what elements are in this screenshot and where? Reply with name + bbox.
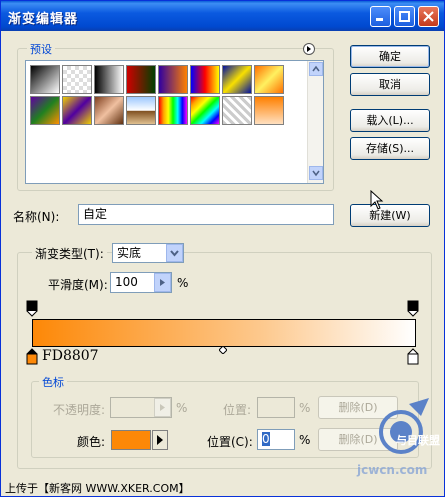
arrow-right-icon xyxy=(160,404,165,411)
preset-swatch-orange-white[interactable] xyxy=(254,96,284,125)
preset-swatch-violet-green-orange[interactable] xyxy=(30,96,60,125)
window-title: 渐变编辑器 xyxy=(8,12,79,27)
footer-text: 上传于【新客网 WWW.XKER.COM】 xyxy=(5,482,190,495)
color-position-unit: % xyxy=(299,433,311,447)
arrow-right-icon xyxy=(157,435,163,445)
opacity-stop-right[interactable] xyxy=(407,300,419,318)
preset-swatch-blue-yellow-blue[interactable] xyxy=(222,65,252,94)
preset-swatch-red-green[interactable] xyxy=(126,65,156,94)
presets-legend: 预设 xyxy=(27,41,55,57)
preset-swatch-transparent-checker[interactable] xyxy=(62,65,92,94)
name-label: 名称(N): xyxy=(13,210,60,224)
dropdown-button[interactable] xyxy=(166,244,183,262)
chevron-up-icon xyxy=(312,65,320,72)
watermark-text: jcwcn.com xyxy=(357,463,428,477)
color-menu-button[interactable] xyxy=(152,430,168,450)
chevron-down-icon xyxy=(170,250,179,257)
watermark-logo xyxy=(379,398,429,454)
minimize-icon xyxy=(376,18,383,21)
gradient-preview-bar[interactable] xyxy=(32,319,416,347)
opacity-slider-button xyxy=(154,398,171,417)
footer-bar: 上传于【新客网 WWW.XKER.COM】 xyxy=(1,479,444,496)
load-button[interactable]: 载入(L)... xyxy=(350,109,430,132)
smoothness-value: 100 xyxy=(115,275,138,289)
preset-swatch-black-white-2[interactable] xyxy=(94,65,124,94)
opacity-position-input xyxy=(257,397,295,418)
smoothness-label: 平滑度(M): xyxy=(48,278,108,292)
opacity-stop-left[interactable] xyxy=(26,300,38,318)
preset-swatch-transparent-stripes[interactable] xyxy=(222,96,252,125)
gradient-type-select[interactable]: 实底 xyxy=(112,243,184,263)
midpoint-diamond-icon[interactable] xyxy=(219,346,227,354)
color-stop-right[interactable] xyxy=(407,348,419,365)
gradient-editor-window: 渐变编辑器 预设 确定 取消 载入(L)... 存储(S)... 名称(N): xyxy=(0,0,445,497)
new-button[interactable]: 新建(W) xyxy=(350,204,430,227)
watermark-brand: 与目联盟 xyxy=(396,434,440,447)
presets-list[interactable] xyxy=(25,60,324,184)
cancel-button[interactable]: 取消 xyxy=(350,73,430,96)
color-swatch[interactable] xyxy=(111,430,151,450)
arrow-right-icon xyxy=(160,279,165,286)
preset-swatch-yellow-violet[interactable] xyxy=(62,96,92,125)
presets-menu-icon[interactable] xyxy=(303,43,315,55)
smoothness-unit: % xyxy=(177,276,189,290)
preset-swatch-violet-orange[interactable] xyxy=(158,65,188,94)
opacity-label: 不透明度: xyxy=(53,403,106,417)
presets-scrollbar[interactable] xyxy=(307,61,323,183)
ok-button[interactable]: 确定 xyxy=(350,45,430,68)
opacity-unit: % xyxy=(176,401,188,415)
maximize-button[interactable] xyxy=(394,6,415,27)
name-input[interactable]: 自定 xyxy=(78,204,334,225)
mouse-cursor-icon xyxy=(370,190,384,210)
color-stop-hex-readout: FD8807 xyxy=(42,348,99,364)
gradient-type-label: 渐变类型(T): xyxy=(32,245,107,262)
chevron-down-icon xyxy=(312,170,320,177)
preset-swatch-blue-red-yellow[interactable] xyxy=(190,65,220,94)
maximize-icon xyxy=(399,11,410,22)
opacity-input xyxy=(110,397,172,418)
smoothness-slider-button[interactable] xyxy=(154,273,171,292)
minimize-button[interactable] xyxy=(370,6,391,27)
color-stop-left[interactable] xyxy=(26,348,38,365)
preset-swatch-copper[interactable] xyxy=(94,96,124,125)
smoothness-input[interactable]: 100 xyxy=(110,272,172,293)
preset-swatch-orange-yellow-orange[interactable] xyxy=(254,65,284,94)
scroll-down-arrow[interactable] xyxy=(309,166,323,180)
preset-swatch-transparent-rainbow[interactable] xyxy=(190,96,220,125)
preset-swatch-black-white[interactable] xyxy=(30,65,60,94)
scroll-up-arrow[interactable] xyxy=(309,62,323,76)
color-position-value: 0 xyxy=(262,432,270,446)
title-bar[interactable]: 渐变编辑器 xyxy=(1,1,444,31)
save-button[interactable]: 存储(S)... xyxy=(350,137,430,160)
color-position-input[interactable]: 0 xyxy=(257,429,295,450)
opacity-position-unit: % xyxy=(299,401,311,415)
color-position-label: 位置(C): xyxy=(207,435,253,449)
preset-swatch-chrome[interactable] xyxy=(126,96,156,125)
color-stops-legend: 色标 xyxy=(39,374,67,390)
color-label: 颜色: xyxy=(77,435,106,449)
opacity-position-label: 位置: xyxy=(223,403,252,417)
close-icon xyxy=(423,11,434,22)
preset-swatch-spectrum[interactable] xyxy=(158,96,188,125)
close-button[interactable] xyxy=(418,6,439,27)
gradient-type-value: 实底 xyxy=(117,246,142,260)
